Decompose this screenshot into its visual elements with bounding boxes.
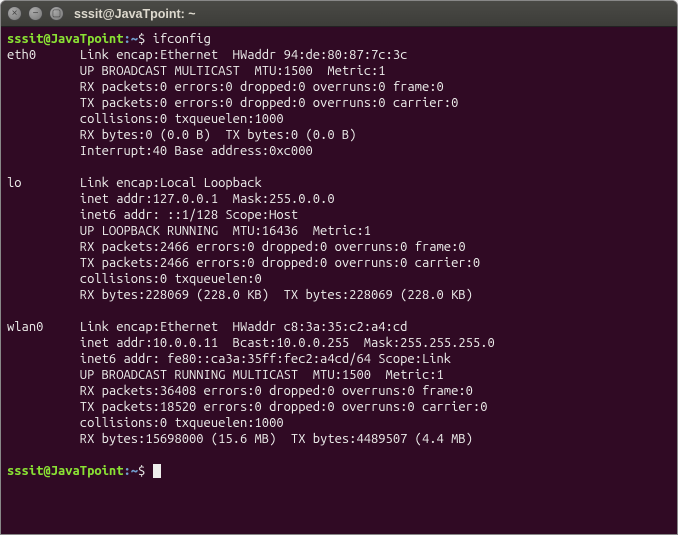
prompt-sep2: $: [138, 32, 153, 46]
maximize-icon[interactable]: ▢: [49, 6, 64, 21]
terminal-window: × − ▢ sssit@JavaTpoint: ~ sssit@JavaTpoi…: [0, 0, 678, 535]
minimize-icon[interactable]: −: [28, 6, 43, 21]
prompt-sep1-2: :: [123, 464, 130, 478]
command-output: eth0 Link encap:Ethernet HWaddr 94:de:80…: [7, 48, 495, 446]
close-icon[interactable]: ×: [7, 6, 22, 21]
prompt-user-host: sssit@JavaTpoint: [7, 32, 123, 46]
cursor: [153, 464, 161, 478]
prompt-user-host-2: sssit@JavaTpoint: [7, 464, 123, 478]
prompt-sep2-2: $: [138, 464, 153, 478]
window-title: sssit@JavaTpoint: ~: [74, 7, 196, 21]
window-controls: × − ▢: [7, 6, 64, 21]
titlebar: × − ▢ sssit@JavaTpoint: ~: [1, 1, 677, 27]
prompt-path: ~: [131, 32, 138, 46]
prompt-sep1: :: [123, 32, 130, 46]
command-text: ifconfig: [153, 32, 211, 46]
terminal-body[interactable]: sssit@JavaTpoint:~$ ifconfig eth0 Link e…: [1, 27, 677, 534]
prompt-path-2: ~: [131, 464, 138, 478]
